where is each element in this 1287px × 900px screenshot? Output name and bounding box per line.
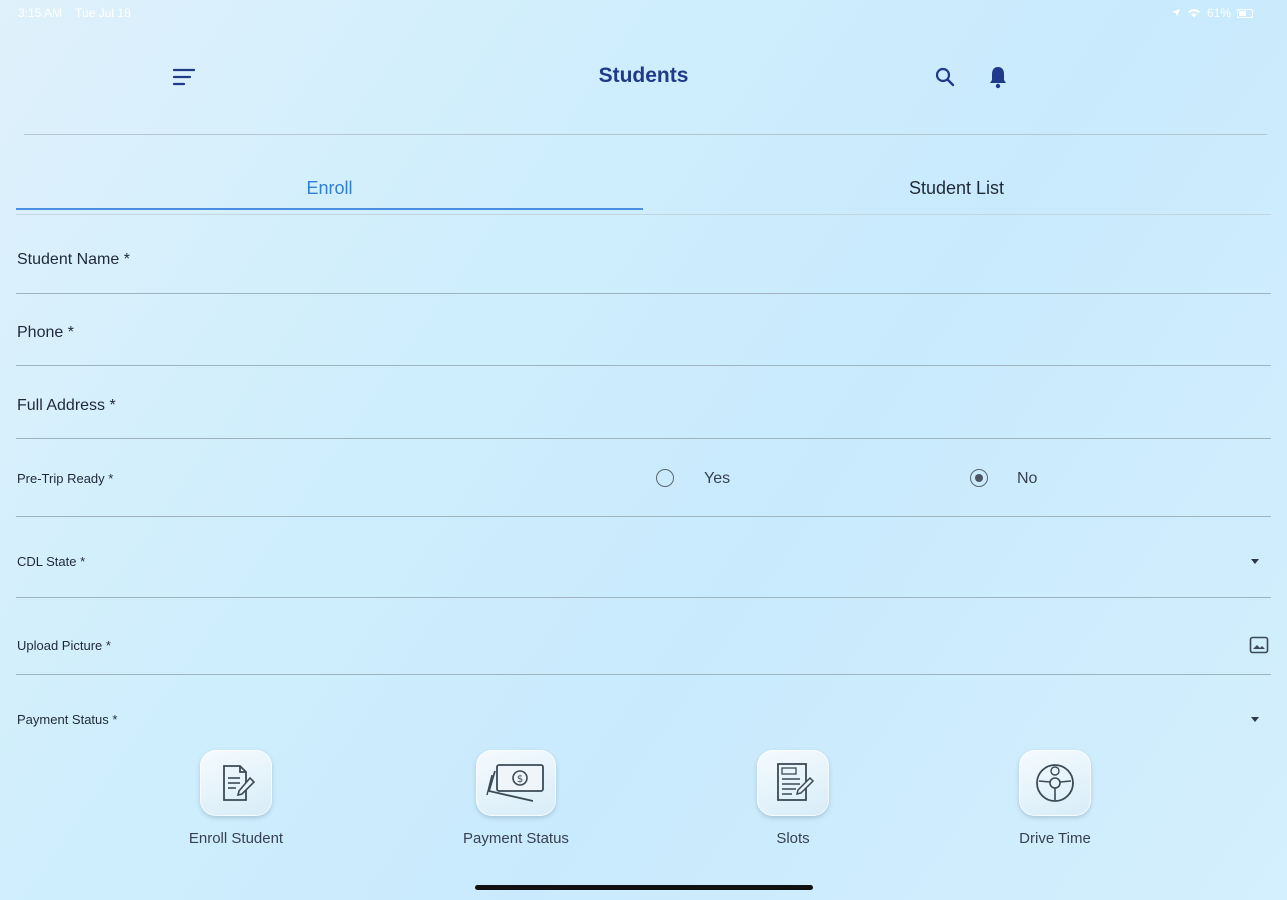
full-address-label: Full Address * xyxy=(17,397,116,414)
nav-slots[interactable]: Slots xyxy=(703,750,883,847)
chevron-down-icon[interactable] xyxy=(1251,717,1259,722)
app-header: Students xyxy=(0,40,1287,112)
nav-payment-status[interactable]: $ Payment Status xyxy=(426,750,606,847)
location-icon xyxy=(1171,9,1180,17)
nav-slots-label: Slots xyxy=(776,830,810,847)
nav-payment-status-label: Payment Status xyxy=(463,830,569,847)
phone-label: Phone * xyxy=(17,324,74,341)
bell-icon[interactable] xyxy=(987,65,1009,89)
wifi-icon xyxy=(1187,9,1200,18)
chevron-down-icon[interactable] xyxy=(1251,559,1259,564)
full-address-field[interactable]: Full Address * xyxy=(16,366,1271,439)
image-icon[interactable] xyxy=(1249,636,1269,654)
tab-bar: Enroll Student List xyxy=(16,168,1271,215)
status-time: 3:15 AM xyxy=(18,6,63,20)
nav-enroll-student-label: Enroll Student xyxy=(188,830,284,847)
nav-drive-time-label: Drive Time xyxy=(1019,830,1091,847)
payment-status-label: Payment Status * xyxy=(17,712,118,727)
test-sheet-icon xyxy=(757,750,829,816)
payment-status-dropdown[interactable]: Payment Status * xyxy=(16,700,1271,740)
pretrip-ready-label: Pre-Trip Ready * xyxy=(17,471,114,486)
svg-text:$: $ xyxy=(517,774,523,785)
status-bar-left: 3:15 AM Tue Jul 18 xyxy=(18,6,141,20)
home-indicator[interactable] xyxy=(475,885,813,890)
battery-percent: 61% xyxy=(1206,6,1231,20)
search-icon[interactable] xyxy=(934,66,956,88)
student-name-field[interactable]: Student Name * xyxy=(16,224,1271,294)
page-title: Students xyxy=(598,64,689,87)
status-bar-right: 61% xyxy=(1171,6,1253,20)
cdl-state-label: CDL State * xyxy=(17,554,86,569)
upload-picture-label: Upload Picture * xyxy=(17,638,111,653)
cdl-state-dropdown[interactable]: CDL State * xyxy=(16,517,1271,598)
tab-enroll[interactable]: Enroll xyxy=(16,168,643,210)
tab-student-list[interactable]: Student List xyxy=(643,168,1270,208)
battery-icon xyxy=(1237,8,1253,18)
document-edit-icon xyxy=(200,750,272,816)
steering-driver-icon xyxy=(1019,750,1091,816)
status-date: Tue Jul 18 xyxy=(75,6,131,20)
status-bar: 3:15 AM Tue Jul 18 61% xyxy=(0,0,1287,26)
bottom-nav: Enroll Student $ Payment Status Slots Dr… xyxy=(0,750,1287,860)
nav-drive-time[interactable]: Drive Time xyxy=(965,750,1145,847)
upload-picture-field[interactable]: Upload Picture * xyxy=(16,598,1271,675)
pretrip-no-label[interactable]: No xyxy=(1017,470,1037,488)
pretrip-ready-field: Pre-Trip Ready * Yes No xyxy=(16,439,1271,517)
nav-enroll-student[interactable]: Enroll Student xyxy=(146,750,326,847)
pretrip-yes-label[interactable]: Yes xyxy=(704,470,730,488)
student-name-label: Student Name * xyxy=(17,251,130,268)
phone-field[interactable]: Phone * xyxy=(16,294,1271,366)
money-icon: $ xyxy=(476,750,556,816)
pretrip-yes-radio[interactable] xyxy=(656,469,674,487)
header-divider xyxy=(24,134,1267,135)
pretrip-no-radio[interactable] xyxy=(970,469,988,487)
